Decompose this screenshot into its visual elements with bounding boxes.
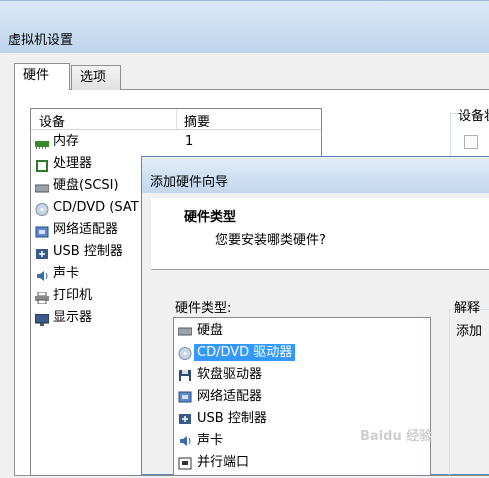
network-icon [35,224,49,237]
harddisk-icon [177,324,193,337]
window-title: 虚拟机设置 [8,33,74,48]
window-titlebar: 虚拟机设置 [0,1,489,53]
hardware-item-label: USB 控制器 [197,411,267,426]
usb-icon [35,246,49,259]
connected-checkbox[interactable] [464,135,478,149]
monitor-icon [34,312,50,326]
device-row-sound[interactable]: 声卡 [35,263,79,285]
device-row-display[interactable]: 显示器 [34,307,93,329]
harddisk-icon [34,180,50,192]
device-status-label: 设备状 [458,109,489,124]
column-summary[interactable]: 摘要 [184,111,210,130]
device-row-usb[interactable]: USB 控制器 [35,241,123,263]
cdrom-icon [35,202,49,216]
floppy-icon [178,368,192,381]
hardware-type-label: 硬件类型: [175,301,232,316]
hardware-item-label: 声卡 [197,433,224,448]
device-name: CD/DVD (SAT [53,200,139,215]
hardware-item-parallel[interactable]: 并行端口 [178,452,249,474]
explanation-text: 添加 [456,324,483,339]
wizard-header: 硬件类型 您要安装哪类硬件? [151,198,489,270]
hardware-item-network[interactable]: 网络适配器 [178,386,262,408]
hardware-item-label: 硬盘 [197,323,224,338]
device-row-harddisk[interactable]: 硬盘(SCSI) [34,175,119,197]
device-name: 打印机 [53,288,93,303]
dialog-titlebar: 添加硬件向导 [142,157,489,193]
hardware-type-list[interactable]: 硬盘 CD/DVD 驱动器 软盘驱动器 网络适配器 USB 控制器 声卡 并行端… [173,317,431,476]
printer-icon [35,290,49,304]
hardware-item-label: 并行端口 [197,455,250,470]
wizard-subheading: 您要安装哪类硬件? [215,233,326,248]
hardware-item-label: 网络适配器 [197,389,263,404]
column-device[interactable]: 设备 [39,111,65,130]
column-separator[interactable] [176,109,177,129]
hardware-item-label: 软盘驱动器 [197,367,263,382]
watermark: Baidu 经验 [360,429,433,444]
tab-hardware[interactable]: 硬件 [14,63,70,90]
device-name: 硬盘(SCSI) [53,178,119,193]
dialog-title: 添加硬件向导 [150,175,229,190]
device-row-memory[interactable]: 内存 1 GB [35,131,204,171]
cdrom-icon [178,346,192,360]
device-row-printer[interactable]: 打印机 [35,285,92,307]
device-name: USB 控制器 [53,244,123,259]
device-list-header: 设备 摘要 [31,109,321,130]
device-name: 网络适配器 [53,222,119,237]
sound-icon [178,434,192,447]
hardware-item-usb[interactable]: USB 控制器 [178,408,267,430]
device-row-processor[interactable]: 处理器 [35,153,92,175]
hardware-item-floppy[interactable]: 软盘驱动器 [178,364,262,386]
device-name: 内存 [53,134,80,149]
hardware-item-label: CD/DVD 驱动器 [194,344,296,361]
hardware-item-cdrom[interactable]: CD/DVD 驱动器 [178,342,296,364]
device-name: 处理器 [53,156,93,171]
hardware-item-harddisk[interactable]: 硬盘 [177,320,224,342]
usb-icon [178,412,192,425]
wizard-heading: 硬件类型 [184,210,237,225]
cpu-icon [35,158,49,172]
device-name: 声卡 [53,266,80,281]
parallel-port-icon [178,456,192,470]
add-hardware-wizard: 添加硬件向导 硬件类型 您要安装哪类硬件? 硬件类型: 硬盘 CD/DVD 驱动… [141,156,489,476]
device-name: 显示器 [53,310,93,325]
sound-icon [35,268,49,281]
tab-options[interactable]: 选项 [71,65,121,90]
memory-icon [35,136,49,149]
network-icon [178,390,192,403]
hardware-item-sound[interactable]: 声卡 [178,430,223,452]
explanation-title: 解释 [454,301,481,316]
device-row-cdrom[interactable]: CD/DVD (SAT [35,197,139,219]
device-row-network[interactable]: 网络适配器 [35,219,118,241]
